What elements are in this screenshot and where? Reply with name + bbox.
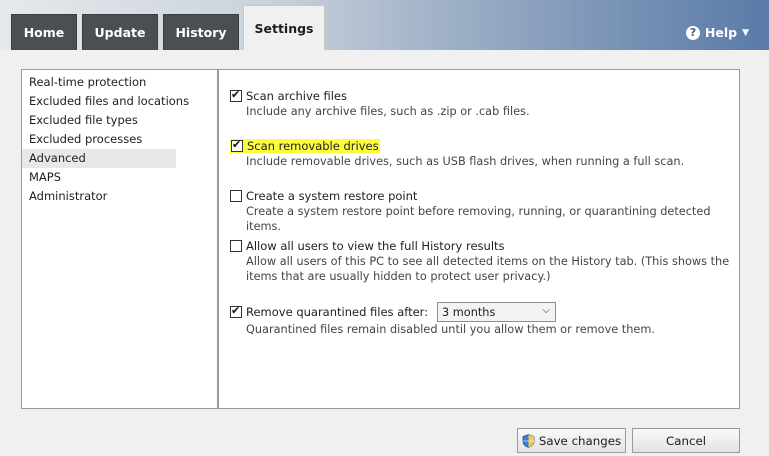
save-changes-button[interactable]: Save changes [517,428,626,453]
chevron-down-icon: ▼ [742,27,749,38]
sidebar-item-administrator[interactable]: Administrator [22,187,176,206]
remove-quarantined-description: Quarantined files remain disabled until … [246,323,655,336]
cancel-button[interactable]: Cancel [632,428,740,453]
option-remove-quarantined: Remove quarantined files after: 3 months… [230,302,730,337]
uac-shield-icon [522,433,535,448]
tab-history[interactable]: History [163,14,239,50]
option-full-history: Allow all users to view the full History… [230,237,736,284]
option-restore-point: Create a system restore point Create a s… [230,187,736,234]
full-history-checkbox[interactable] [230,239,242,252]
sidebar-item-excluded-files[interactable]: Excluded files and locations [22,92,189,111]
cancel-label: Cancel [666,433,706,448]
tab-settings[interactable]: Settings [243,5,325,51]
sidebar-item-maps[interactable]: MAPS [22,168,176,187]
sidebar-item-advanced[interactable]: Advanced [22,149,176,168]
settings-sidebar: Real-time protection Excluded files and … [21,69,218,409]
save-changes-label: Save changes [538,433,622,448]
scan-archive-label[interactable]: Scan archive files [246,89,347,103]
quarantine-period-select[interactable]: 3 months ⌵ [437,302,556,322]
chevron-down-icon: ⌵ [542,305,550,316]
restore-point-description: Create a system restore point before rem… [246,205,711,233]
full-history-description: Allow all users of this PC to see all de… [246,255,730,283]
scan-archive-checkbox[interactable] [230,88,242,102]
restore-point-checkbox[interactable] [230,189,242,202]
help-menu[interactable]: ? Help ▼ [685,25,749,40]
option-scan-archive: Scan archive files Include any archive f… [230,87,736,119]
sidebar-item-excluded-processes[interactable]: Excluded processes [22,130,176,149]
quarantine-period-value: 3 months [442,305,496,319]
scan-removable-label[interactable]: Scan removable drives [247,139,379,153]
sidebar-item-excluded-file-types[interactable]: Excluded file types [22,111,176,130]
scan-archive-description: Include any archive files, such as .zip … [246,105,530,118]
advanced-settings-panel: Scan archive files Include any archive f… [218,69,740,409]
full-history-label[interactable]: Allow all users to view the full History… [246,239,505,253]
remove-quarantined-checkbox[interactable] [230,304,242,318]
tab-home[interactable]: Home [11,14,77,50]
question-circle-icon: ? [685,25,700,40]
option-scan-removable: Scan removable drives Include removable … [230,137,736,169]
sidebar-item-real-time-protection[interactable]: Real-time protection [22,73,176,92]
remove-quarantined-label[interactable]: Remove quarantined files after: [246,305,428,319]
scan-removable-checkbox[interactable] [231,138,243,152]
tab-update[interactable]: Update [82,14,158,50]
restore-point-label[interactable]: Create a system restore point [246,189,417,203]
scan-removable-description: Include removable drives, such as USB fl… [246,155,685,168]
help-label: Help [704,25,738,40]
